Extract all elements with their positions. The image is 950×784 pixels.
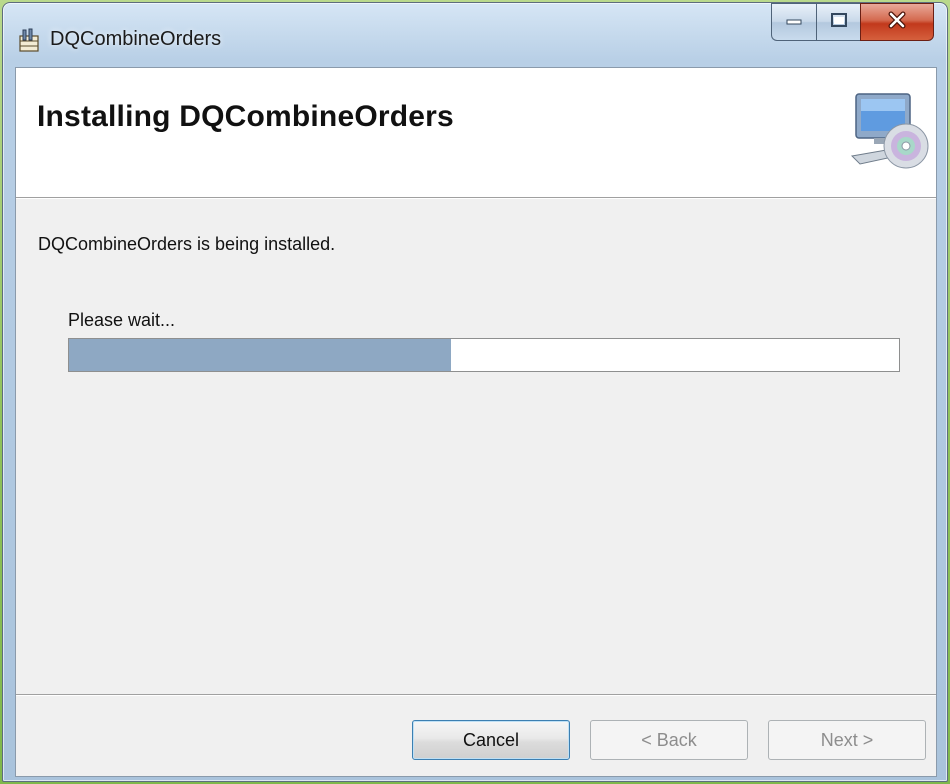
progress-bar [68, 338, 900, 372]
installer-package-icon [17, 27, 43, 53]
progress-bar-fill [69, 339, 451, 371]
header-banner: Installing DQCombineOrders [16, 68, 936, 198]
caption-buttons [771, 3, 934, 43]
minimize-button[interactable] [771, 3, 816, 41]
close-icon [887, 11, 907, 34]
title-bar[interactable]: DQCombineOrders [3, 3, 947, 63]
maximize-button[interactable] [816, 3, 860, 41]
next-button[interactable]: Next > [768, 720, 926, 760]
back-button[interactable]: < Back [590, 720, 748, 760]
computer-with-cd-icon [850, 90, 930, 176]
close-button[interactable] [860, 3, 934, 41]
progress-label: Please wait... [68, 310, 176, 330]
footer-separator [16, 694, 936, 696]
cancel-button[interactable]: Cancel [412, 720, 570, 760]
status-message: DQCombineOrders is being installed. [38, 234, 336, 254]
maximize-icon [830, 12, 848, 33]
installer-window: DQCombineOrders Installing DQCombineOrde… [2, 2, 948, 782]
minimize-icon [784, 13, 804, 31]
dialog-client-area: Installing DQCombineOrders DQCombineOrde… [15, 67, 937, 777]
page-title: Installing DQCombineOrders [37, 100, 454, 133]
window-title: DQCombineOrders [50, 28, 222, 50]
